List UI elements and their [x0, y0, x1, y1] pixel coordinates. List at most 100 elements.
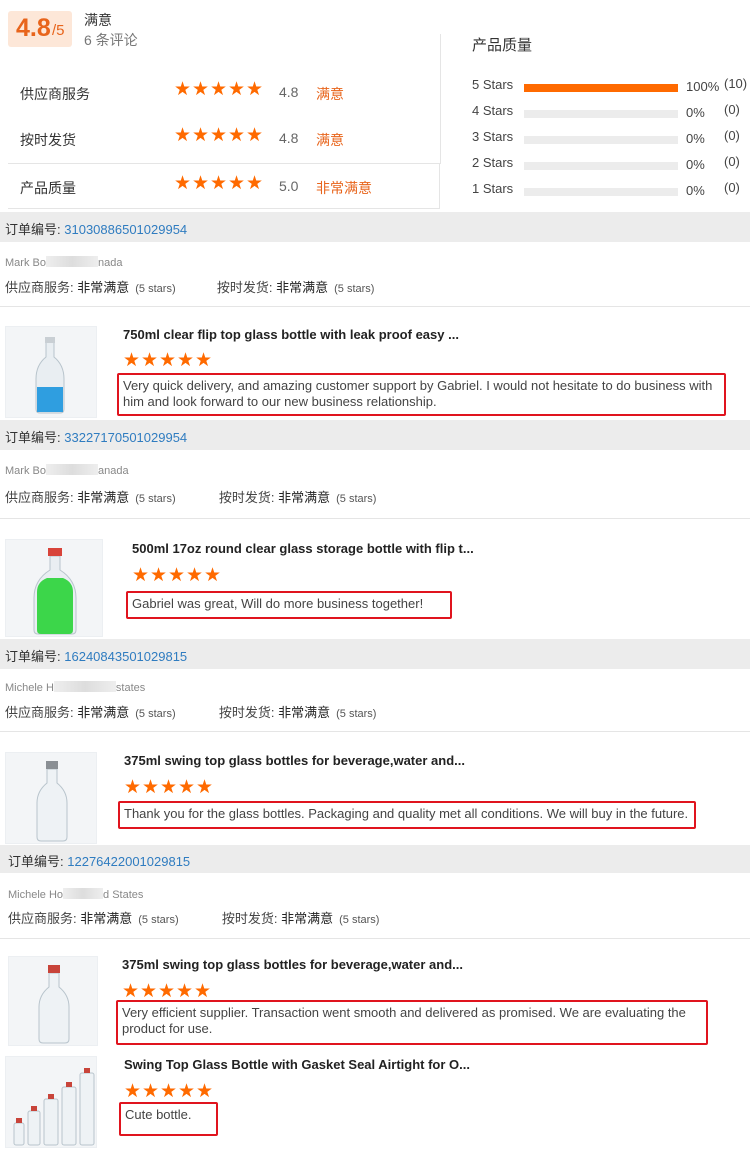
order-label: 订单编号: 33227170501029954 [5, 430, 188, 445]
distribution-row-3[interactable]: 3 Stars 0% (0) [472, 128, 750, 150]
rating-summary: 4.8 /5 满意 6 条评论 供应商服务 ★ ★ ★ ★ ★ 4.8 满意 按时发货 … [0, 0, 750, 212]
product-title[interactable]: 375ml swing top glass bottles for bevera… [124, 753, 465, 768]
star-icon: ★ [123, 350, 141, 371]
review-ratings: 供应商服务: 非常满意 (5 stars) 按时发货: 非常满意 (5 stars) [5, 705, 377, 720]
star-icon: ★ [228, 173, 246, 194]
distribution-count: (10) [724, 76, 748, 91]
masked-name [63, 888, 104, 899]
distribution-percent: 0% [686, 131, 705, 146]
star-icon: ★ [228, 79, 246, 100]
star-icon: ★ [150, 565, 168, 586]
star-icon: ★ [124, 1081, 142, 1102]
star-icon: ★ [192, 125, 210, 146]
overall-score-denominator: /5 [52, 22, 65, 39]
distribution-bar [524, 188, 678, 196]
divider [0, 731, 750, 732]
order-label: 订单编号: 12276422001029815 [8, 854, 191, 869]
star-icon: ★ [192, 79, 210, 100]
product-title[interactable]: Swing Top Glass Bottle with Gasket Seal … [124, 1057, 470, 1072]
review-count: 6 条评论 [84, 32, 138, 48]
distribution-count: (0) [724, 180, 740, 195]
distribution-row-2[interactable]: 2 Stars 0% (0) [472, 154, 750, 176]
distribution-percent: 0% [686, 183, 705, 198]
product-thumbnail[interactable] [8, 956, 98, 1046]
distribution-count: (0) [724, 154, 740, 169]
metric-score: 4.8 [279, 130, 299, 146]
distribution-percent: 0% [686, 105, 705, 120]
distribution-count: (0) [724, 102, 740, 117]
product-stars: ★ ★ ★ ★ ★ [124, 778, 214, 797]
star-icon: ★ [168, 565, 186, 586]
metric-stars: ★ ★ ★ ★ ★ [174, 174, 264, 193]
star-icon: ★ [158, 981, 176, 1002]
review-comment: Very quick delivery, and amazing custome… [117, 373, 726, 416]
order-number-link[interactable]: 31030886501029954 [64, 222, 187, 237]
metric-stars: ★ ★ ★ ★ ★ [174, 80, 264, 99]
divider [0, 306, 750, 307]
order-header: 订单编号: 16240843501029815 [0, 639, 750, 669]
star-icon: ★ [196, 777, 214, 798]
product-stars: ★ ★ ★ ★ ★ [123, 351, 213, 370]
reviewer-name: Mark Bo nada [5, 256, 123, 269]
review-comment: Thank you for the glass bottles. Packagi… [118, 801, 696, 829]
review-ratings: 供应商服务: 非常满意 (5 stars) 按时发货: 非常满意 (5 stars) [8, 911, 380, 926]
review-comment: Cute bottle. [119, 1102, 218, 1136]
distribution-label: 1 Stars [472, 181, 514, 196]
distribution-bar [524, 162, 678, 170]
star-icon: ★ [186, 565, 204, 586]
product-stars: ★ ★ ★ ★ ★ [122, 982, 212, 1001]
divider [0, 518, 750, 519]
order-label: 订单编号: 16240843501029815 [5, 649, 188, 664]
distribution-label: 3 Stars [472, 129, 514, 144]
star-icon: ★ [192, 173, 210, 194]
metric-label: 产品质量 [20, 180, 76, 196]
order-header: 订单编号: 31030886501029954 [0, 212, 750, 242]
order-number-link[interactable]: 12276422001029815 [67, 854, 190, 869]
masked-name [53, 681, 116, 692]
star-icon: ★ [210, 173, 228, 194]
star-icon: ★ [196, 1081, 214, 1102]
star-icon: ★ [159, 350, 177, 371]
distribution-label: 5 Stars [472, 77, 514, 92]
reviewer-name: Mark Bo anada [5, 464, 129, 477]
product-thumbnail[interactable] [5, 539, 103, 637]
distribution-percent: 100% [686, 79, 720, 94]
star-icon: ★ [194, 981, 212, 1002]
star-icon: ★ [195, 350, 213, 371]
overall-score-badge: 4.8 /5 [8, 11, 72, 47]
product-thumbnail[interactable] [5, 326, 97, 418]
bottle-image [6, 327, 96, 417]
star-icon: ★ [246, 79, 264, 100]
distribution-bar [524, 110, 678, 118]
review-ratings: 供应商服务: 非常满意 (5 stars) 按时发货: 非常满意 (5 stars) [5, 490, 377, 505]
order-number-link[interactable]: 16240843501029815 [64, 649, 187, 664]
masked-name [45, 256, 98, 267]
distribution-row-1[interactable]: 1 Stars 0% (0) [472, 180, 750, 202]
distribution-percent: 0% [686, 157, 705, 172]
metric-label: 按时发货 [20, 132, 76, 148]
star-icon: ★ [176, 981, 194, 1002]
order-number-link[interactable]: 33227170501029954 [64, 430, 187, 445]
reviewer-name: Michele Ho d States [8, 888, 144, 901]
product-title[interactable]: 500ml 17oz round clear glass storage bot… [132, 541, 474, 556]
metric-product-quality[interactable]: 产品质量 ★ ★ ★ ★ ★ 5.0 非常满意 [8, 163, 440, 209]
metric-stars: ★ ★ ★ ★ ★ [174, 126, 264, 145]
product-thumbnail[interactable] [5, 1056, 97, 1148]
product-title[interactable]: 750ml clear flip top glass bottle with l… [123, 327, 459, 342]
distribution-row-4[interactable]: 4 Stars 0% (0) [472, 102, 750, 124]
product-thumbnail[interactable] [5, 752, 97, 844]
divider [440, 34, 441, 164]
star-icon: ★ [160, 777, 178, 798]
metric-level: 满意 [316, 86, 344, 102]
star-icon: ★ [246, 125, 264, 146]
distribution-row-5[interactable]: 5 Stars 100% (10) [472, 76, 750, 98]
metric-supplier-service: 供应商服务 ★ ★ ★ ★ ★ 4.8 满意 [8, 70, 440, 116]
star-icon: ★ [142, 1081, 160, 1102]
product-stars: ★ ★ ★ ★ ★ [132, 566, 222, 585]
star-icon: ★ [132, 565, 150, 586]
overall-score: 4.8 [16, 14, 51, 42]
distribution-label: 4 Stars [472, 103, 514, 118]
metric-score: 5.0 [279, 178, 299, 194]
star-icon: ★ [210, 79, 228, 100]
product-title[interactable]: 375ml swing top glass bottles for bevera… [122, 957, 463, 972]
